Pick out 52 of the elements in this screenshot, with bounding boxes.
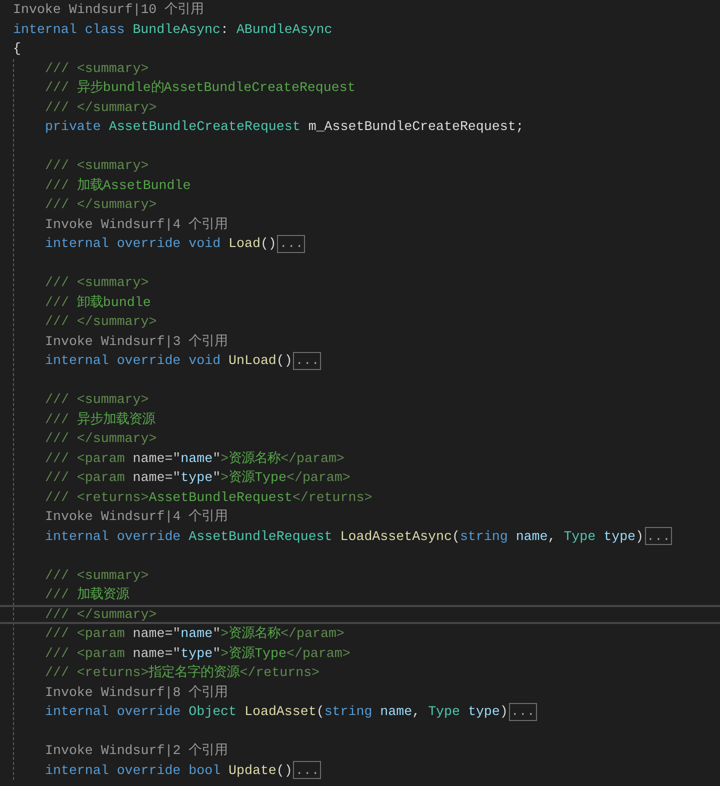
codelens-link[interactable]: 4 个引用 <box>172 507 228 526</box>
code-line: /// <returns>AssetBundleRequest</returns> <box>45 488 372 506</box>
codelens-separator: | <box>164 332 173 350</box>
code-line: internal override bool Update() <box>45 762 292 780</box>
code-line: internal override void Load() <box>45 235 276 253</box>
code-line: /// <summary> <box>45 60 149 78</box>
code-line: /// <param name="name">资源名称</param> <box>45 450 344 468</box>
folded-code-button[interactable]: ... <box>293 352 322 370</box>
code-line: /// 加载AssetBundle <box>45 176 191 194</box>
folded-code-button[interactable]: ... <box>277 234 306 253</box>
codelens-link[interactable]: 3 个引用 <box>172 332 228 351</box>
code-line: /// 异步bundle的AssetBundleCreateRequest <box>45 79 356 97</box>
folded-code-button[interactable]: ... <box>293 761 322 780</box>
code-line: /// <summary> <box>45 566 149 584</box>
codelens-link[interactable]: Invoke Windsurf <box>45 332 165 351</box>
code-line: /// 加载资源 <box>45 586 129 604</box>
code-line: /// </summary> <box>45 196 157 214</box>
code-line: /// <returns>指定名字的资源</returns> <box>45 664 320 682</box>
codelens-link[interactable]: Invoke Windsurf <box>45 507 165 526</box>
code-line: internal override AssetBundleRequest LoadAssetAsync(string name, Type type) <box>45 528 644 546</box>
codelens-link[interactable]: 8 个引用 <box>172 682 228 702</box>
codelens-link[interactable]: Invoke Windsurf <box>13 0 133 20</box>
codelens-link[interactable]: 4 个引用 <box>172 214 228 234</box>
codelens-separator: | <box>132 1 141 19</box>
code-line: /// 卸载bundle <box>45 294 151 312</box>
codelens-separator: | <box>164 216 173 234</box>
codelens-link[interactable]: Invoke Windsurf <box>45 741 165 760</box>
code-line: /// <summary> <box>45 157 149 175</box>
code-line: internal override void UnLoad() <box>45 352 292 370</box>
folded-code-button[interactable]: ... <box>644 527 672 546</box>
codelens-link[interactable]: Invoke Windsurf <box>45 214 165 234</box>
code-line: /// </summary> <box>45 606 157 624</box>
code-line: /// <summary> <box>45 274 149 292</box>
code-line: /// <param name="type">资源Type</param> <box>45 469 350 487</box>
code-line: internal override Object LoadAsset(string name, Type type) <box>45 703 508 721</box>
codelens-link[interactable]: Invoke Windsurf <box>45 682 165 702</box>
code-line: { <box>13 40 21 58</box>
folded-code-button[interactable]: ... <box>508 702 537 721</box>
code-line: /// <summary> <box>45 391 149 409</box>
code-line: internal class BundleAsync: ABundleAsync <box>13 20 332 38</box>
codelens-separator: | <box>164 684 173 702</box>
code-line: /// </summary> <box>45 313 157 331</box>
codelens-link[interactable]: 10 个引用 <box>140 0 204 20</box>
code-line: private AssetBundleCreateRequest m_AssetBundleCreateRequest; <box>45 118 524 136</box>
code-line: /// <param name="type">资源Type</param> <box>45 644 350 662</box>
codelens-separator: | <box>164 508 173 526</box>
code-line: /// </summary> <box>45 430 157 448</box>
code-line: /// <param name="name">资源名称</param> <box>45 625 344 643</box>
codelens-link[interactable]: 2 个引用 <box>172 741 228 760</box>
code-line: /// 异步加载资源 <box>45 410 155 428</box>
codelens-separator: | <box>164 742 173 760</box>
code-line: /// </summary> <box>45 98 157 116</box>
